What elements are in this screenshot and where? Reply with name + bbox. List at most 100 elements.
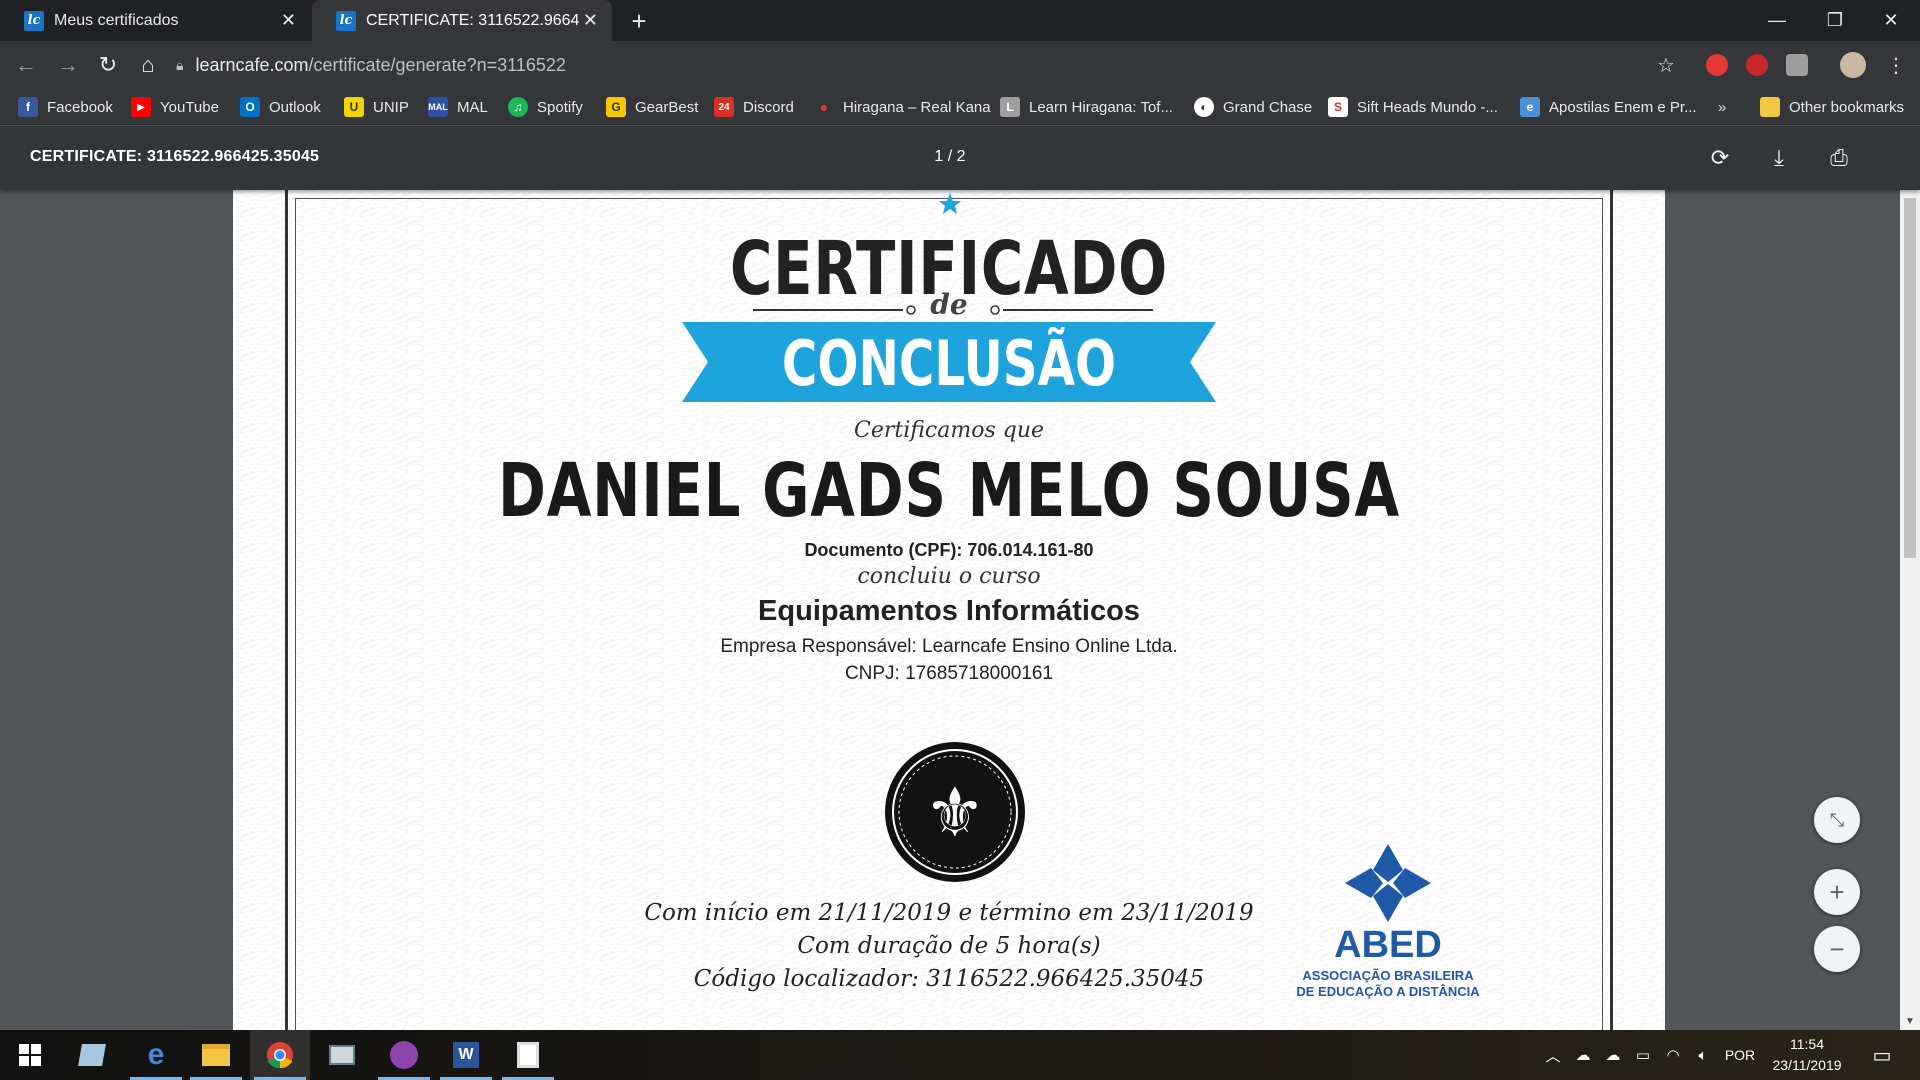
edge-app[interactable]: e xyxy=(126,1030,186,1080)
other-bookmarks-folder[interactable]: Other bookmarks xyxy=(1760,95,1904,119)
show-hidden-icons[interactable]: ︿ xyxy=(1538,1030,1568,1080)
tab-strip: lc Meus certificados ✕ lc CERTIFICATE: 3… xyxy=(0,0,1920,41)
file-explorer-app[interactable] xyxy=(186,1030,246,1080)
ublock-icon[interactable] xyxy=(1746,54,1768,76)
conclusao-ribbon: CONCLUSÃO xyxy=(682,322,1216,402)
tab-certificate[interactable]: lc CERTIFICATE: 3116522.966425.35045 ✕ xyxy=(312,0,612,41)
paper-icon xyxy=(78,1044,106,1066)
close-window-button[interactable]: ✕ xyxy=(1862,0,1920,41)
system-clock[interactable]: 11:54 23/11/2019 xyxy=(1762,1034,1852,1076)
task-view-app[interactable] xyxy=(62,1030,122,1080)
tab-title: CERTIFICATE: 3116522.966425.35045 xyxy=(366,11,580,29)
browser-toolbar: ← → ↻ ⌂ 🔒︎ learncafe.com/certificate/gen… xyxy=(0,41,1920,89)
bookmark-unip[interactable]: U UNIP xyxy=(344,95,409,119)
print-icon[interactable]: ⎙ xyxy=(1825,144,1853,172)
address-bar[interactable]: 🔒︎ learncafe.com/certificate/generate?n=… xyxy=(176,46,1676,84)
concluiu-text: concluiu o curso xyxy=(857,564,1041,589)
responsible-company: Empresa Responsável: Learncafe Ensino On… xyxy=(720,636,1178,657)
remote-desktop-app[interactable] xyxy=(312,1030,372,1080)
new-tab-button[interactable]: + xyxy=(624,6,654,36)
cnpj: CNPJ: 17685718000161 xyxy=(844,663,1054,684)
volume-icon[interactable]: 🔈︎ xyxy=(1688,1030,1718,1080)
windows-logo-icon xyxy=(19,1044,41,1066)
profile-avatar[interactable] xyxy=(1840,52,1866,78)
url-text: learncafe.com/certificate/generate?n=311… xyxy=(195,54,566,75)
page-indicator: 1 / 2 xyxy=(934,148,966,165)
back-button[interactable]: ← xyxy=(10,49,42,81)
bookmark-sift-heads[interactable]: S Sift Heads Mundo -... xyxy=(1328,95,1498,119)
abed-subtitle: ASSOCIAÇÃO BRASILEIRA DE EDUCAÇÃO A DISTÂ… xyxy=(1296,968,1480,999)
scroll-down-icon[interactable]: ▼ xyxy=(1900,1012,1920,1030)
restore-button[interactable]: ❐ xyxy=(1806,0,1864,41)
learn-hiragana-icon: L xyxy=(1000,97,1020,117)
cpf-document: Documento (CPF): 706.014.161-80 xyxy=(804,540,1094,560)
bookmark-star-icon[interactable]: ☆ xyxy=(1650,49,1682,81)
student-name: DANIEL GADS MELO SOUSA xyxy=(498,448,1400,534)
scroll-thumb[interactable] xyxy=(1904,198,1916,558)
lock-icon[interactable]: 🔒︎ xyxy=(176,57,183,74)
abed-name: ABED xyxy=(1334,924,1442,966)
svg-text:⚜: ⚜ xyxy=(925,774,986,853)
minimize-button[interactable]: — xyxy=(1748,0,1806,41)
facebook-icon: f xyxy=(18,97,38,117)
bookmark-grand-chase[interactable]: ◐ Grand Chase xyxy=(1194,95,1312,119)
vertical-scrollbar[interactable]: ▲ ▼ xyxy=(1900,126,1920,1030)
pdf-title: CERTIFICATE: 3116522.966425.35045 xyxy=(30,148,320,165)
calculator-app[interactable] xyxy=(498,1030,558,1080)
edge-icon: e xyxy=(147,1038,165,1071)
bookmark-apostilas[interactable]: e Apostilas Enem e Pr... xyxy=(1520,95,1697,119)
language-indicator[interactable]: POR xyxy=(1720,1030,1760,1080)
word-app[interactable]: W xyxy=(436,1030,496,1080)
shield-icon[interactable] xyxy=(1786,54,1808,76)
forward-button[interactable]: → xyxy=(52,49,84,81)
reload-button[interactable]: ↻ xyxy=(92,49,124,81)
globe-icon: ◐ xyxy=(1194,97,1214,117)
close-tab-icon[interactable]: ✕ xyxy=(583,10,598,31)
notifications-icon[interactable]: ▭ xyxy=(1862,1030,1902,1080)
fit-to-page-button[interactable]: ⤡ xyxy=(1814,797,1860,843)
home-button[interactable]: ⌂ xyxy=(132,49,164,81)
extension-icon[interactable] xyxy=(1706,54,1728,76)
more-bookmarks-button[interactable]: » xyxy=(1718,95,1726,119)
learncafe-favicon-icon: lc xyxy=(24,10,44,31)
word-icon: W xyxy=(453,1042,479,1068)
bookmark-learn-hiragana[interactable]: L Learn Hiragana: Tof... xyxy=(1000,95,1173,119)
abed-emblem-icon xyxy=(1345,844,1431,922)
download-icon[interactable]: ⤓ xyxy=(1765,144,1793,172)
windows-taskbar: e W ︿ ☁ ☁ ▭ ◠ 🔈︎ POR 11:54 23/11/2019 ▭ xyxy=(0,1030,1920,1080)
bookmark-youtube[interactable]: ▶ YouTube xyxy=(131,95,219,119)
zoom-out-button[interactable]: − xyxy=(1814,926,1860,972)
onedrive-icon[interactable]: ☁ xyxy=(1568,1030,1598,1080)
pdf-viewer[interactable]: CERTIFICADO de CONCLUSÃO Certificamos qu… xyxy=(0,190,1900,1030)
hiragana-icon: ● xyxy=(819,99,829,115)
zoom-in-button[interactable]: + xyxy=(1814,869,1860,915)
github-app[interactable] xyxy=(374,1030,434,1080)
bookmark-discord[interactable]: 24 Discord xyxy=(714,95,794,119)
bookmark-outlook[interactable]: O Outlook xyxy=(240,95,321,119)
gearbest-icon: G xyxy=(606,97,626,117)
battery-icon[interactable]: ▭ xyxy=(1628,1030,1658,1080)
certificate-page: CERTIFICADO de CONCLUSÃO Certificamos qu… xyxy=(233,190,1665,1030)
ribbon-label: CONCLUSÃO xyxy=(781,327,1117,400)
unip-icon: U xyxy=(344,97,364,117)
bookmarks-bar: f Facebook ▶ YouTube O Outlook U UNIP MAL MAL… xyxy=(0,89,1920,125)
cloud-upload-icon[interactable]: ☁ xyxy=(1598,1030,1628,1080)
rotate-icon[interactable]: ⟳ xyxy=(1706,144,1734,172)
menu-icon[interactable]: ⋮ xyxy=(1880,49,1912,81)
mal-icon: MAL xyxy=(428,97,448,117)
calculator-icon xyxy=(517,1042,539,1068)
learncafe-favicon-icon: lc xyxy=(336,10,356,31)
bookmark-hiragana[interactable]: ● Hiragana – Real Kana xyxy=(814,95,991,119)
close-tab-icon[interactable]: ✕ xyxy=(281,10,296,31)
tab-meus-certificados[interactable]: lc Meus certificados ✕ xyxy=(0,0,310,41)
bookmark-mal[interactable]: MAL MAL xyxy=(428,95,488,119)
bookmark-spotify[interactable]: ♫ Spotify xyxy=(508,95,583,119)
chrome-app[interactable] xyxy=(250,1030,310,1080)
start-button[interactable] xyxy=(0,1030,60,1080)
bookmark-facebook[interactable]: f Facebook xyxy=(18,95,113,119)
wifi-icon[interactable]: ◠ xyxy=(1658,1030,1688,1080)
certificamos-text: Certificamos que xyxy=(853,418,1045,443)
folder-icon xyxy=(1760,97,1780,117)
fleur-de-lis-seal-icon: ⚜ xyxy=(885,742,1025,882)
bookmark-gearbest[interactable]: G GearBest xyxy=(606,95,698,119)
